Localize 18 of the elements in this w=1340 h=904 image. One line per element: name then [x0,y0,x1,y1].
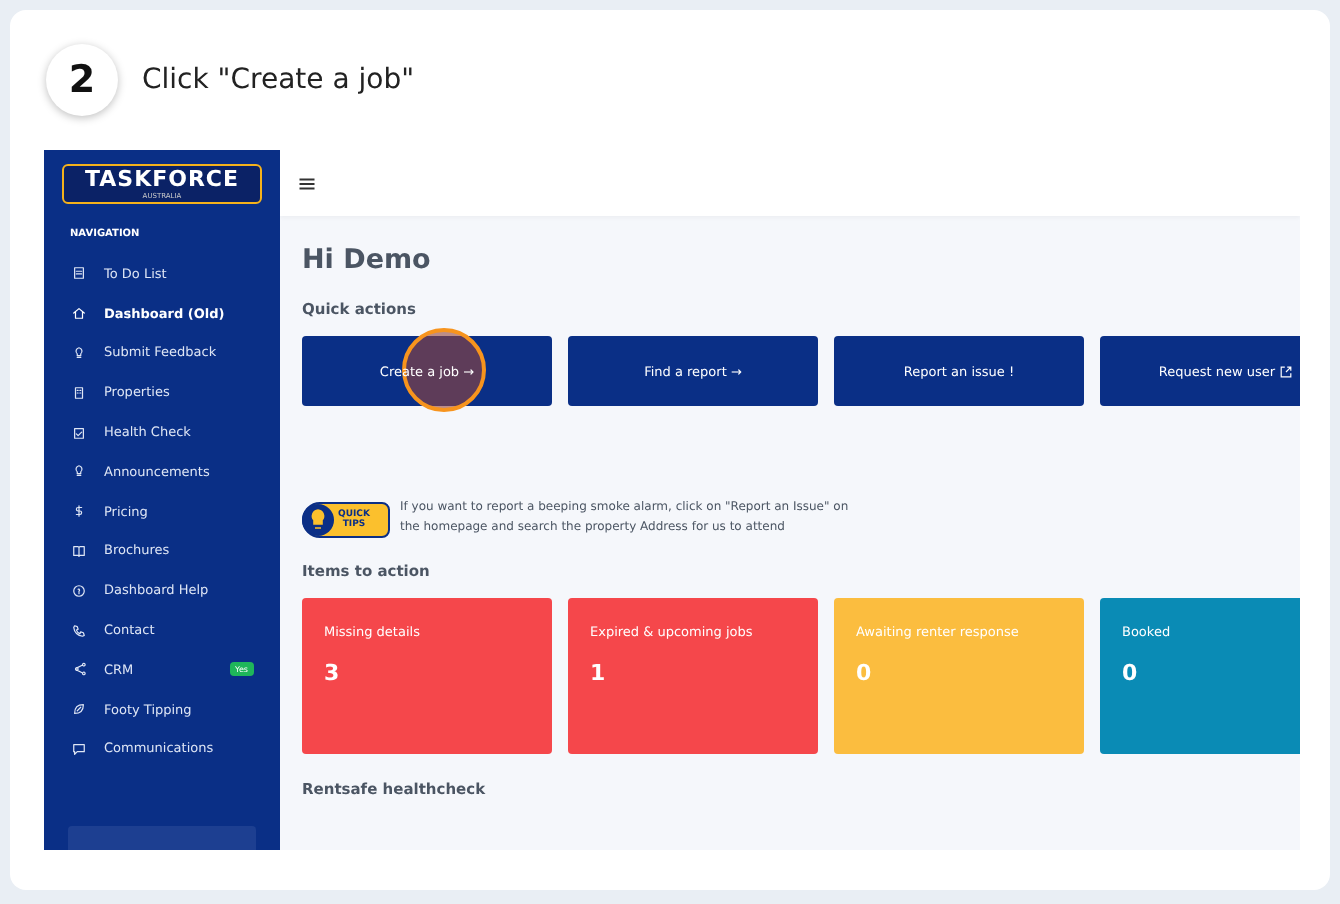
building-icon [72,385,86,400]
lightbulb-icon [72,345,86,360]
dollar-icon [72,504,86,519]
house-icon [72,306,86,321]
chat-icon [72,741,86,756]
external-link-icon [1279,365,1292,377]
lightbulb-icon [72,464,86,479]
football-icon [72,702,86,717]
step-number: 2 [46,44,118,116]
clipboard-check-icon [72,425,86,440]
menu-icon[interactable] [298,175,316,191]
phone-icon [72,623,86,638]
greeting-heading: Hi Demo [302,244,433,276]
list-icon [72,266,86,281]
lightbulb-icon [302,504,334,536]
share-icon [72,662,86,677]
book-icon [72,543,86,558]
step-instruction: Click "Create a job" [142,64,415,96]
